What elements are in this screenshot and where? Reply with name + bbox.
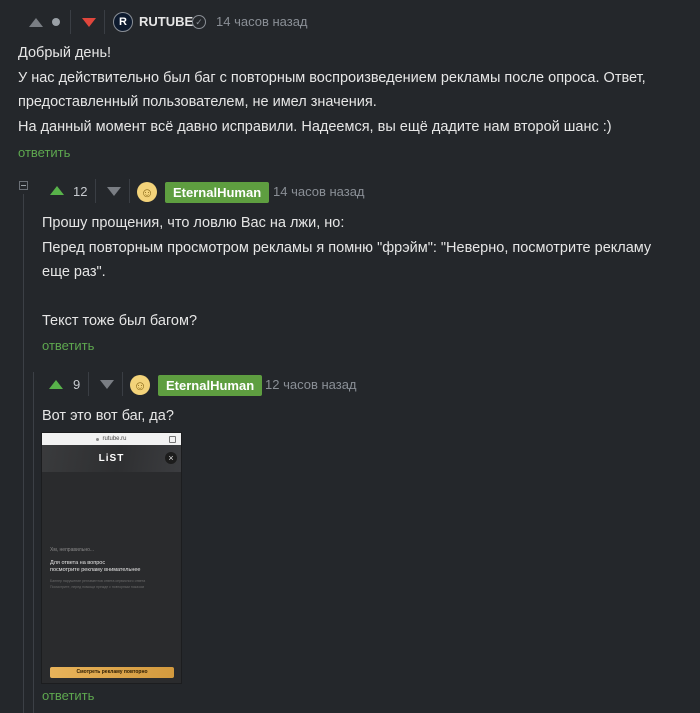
ad-header: LiST × xyxy=(42,445,181,472)
ad-hint-line: Баннер нарушение регламентов ответа серв… xyxy=(50,579,146,583)
comment-line: Перед повторным просмотром рекламы я пом… xyxy=(42,239,652,256)
ad-logo: LiST xyxy=(98,453,125,464)
author-badge[interactable]: EternalHuman xyxy=(158,375,263,396)
tab-icon xyxy=(169,436,176,443)
reply-link[interactable]: ответить xyxy=(42,338,94,353)
avatar[interactable]: ☺ xyxy=(130,375,150,395)
vote-separator xyxy=(129,179,130,203)
collapse-toggle[interactable] xyxy=(19,181,28,190)
comment-time: 14 часов назад xyxy=(216,14,308,29)
comment-line xyxy=(42,285,682,310)
rating-count: 12 xyxy=(73,184,88,199)
browser-url: rutube.ru xyxy=(102,436,127,442)
close-icon[interactable]: × xyxy=(165,452,177,464)
thread-line xyxy=(33,372,34,713)
downvote-icon[interactable] xyxy=(107,187,121,196)
thread-line xyxy=(23,194,24,713)
vote-separator xyxy=(95,179,96,203)
author-name[interactable]: RUTUBE xyxy=(139,14,193,29)
rewatch-ad-button[interactable]: Смотреть рекламу повторно xyxy=(50,667,174,678)
comment-line: У нас действительно был баг с повторным … xyxy=(18,69,646,86)
downvote-icon[interactable] xyxy=(100,380,114,389)
rating-count: 9 xyxy=(73,377,81,392)
upvote-icon[interactable] xyxy=(49,380,63,389)
rating-dot-icon xyxy=(52,18,60,26)
vote-separator xyxy=(70,10,71,34)
comment-time: 14 часов назад xyxy=(273,184,365,199)
reply-link[interactable]: ответить xyxy=(42,688,94,703)
vote-separator xyxy=(122,372,123,396)
comment-line: еще раз". xyxy=(42,264,106,280)
comment-line: предоставленный пользователем, не имел з… xyxy=(18,94,377,110)
verified-icon: ✓ xyxy=(192,15,206,29)
comment-body: Добрый день! У нас действительно был баг… xyxy=(18,41,688,139)
upvote-icon[interactable] xyxy=(29,18,43,27)
ad-hint-line: Посмотрите, перед помощи прежде с повтор… xyxy=(50,585,145,589)
comment-line: Прошу прощения, что ловлю Вас на лжи, но… xyxy=(42,215,345,231)
avatar[interactable]: ☺ xyxy=(137,182,157,202)
browser-bar: rutube.ru xyxy=(42,433,181,445)
ad-answer-line: Для ответа на вопрос xyxy=(50,560,106,566)
downvote-icon[interactable] xyxy=(82,18,96,27)
reply-link[interactable]: ответить xyxy=(18,145,70,160)
ad-small-text: Хм, неправильно... xyxy=(50,547,95,553)
author-badge[interactable]: EternalHuman xyxy=(165,182,270,203)
comment-body: Вот это вот баг, да? xyxy=(42,408,174,424)
attached-image[interactable]: rutube.ru LiST × Хм, неправильно... Для … xyxy=(41,432,182,684)
comment-line: Текст тоже был багом? xyxy=(42,313,198,329)
comment-line: На данный момент всё давно исправили. На… xyxy=(18,118,612,135)
vote-separator xyxy=(104,10,105,34)
lock-icon xyxy=(96,437,100,441)
comment-body: Прошу прощения, что ловлю Вас на лжи, но… xyxy=(42,211,682,334)
avatar[interactable]: R xyxy=(113,12,133,32)
ad-answer-line: посмотрите рекламу внимательнее xyxy=(50,567,141,573)
upvote-icon[interactable] xyxy=(50,186,64,195)
comment-line: Добрый день! xyxy=(18,45,112,61)
comment-time: 12 часов назад xyxy=(265,377,357,392)
avatar-letter: R xyxy=(119,16,127,28)
vote-separator xyxy=(88,372,89,396)
